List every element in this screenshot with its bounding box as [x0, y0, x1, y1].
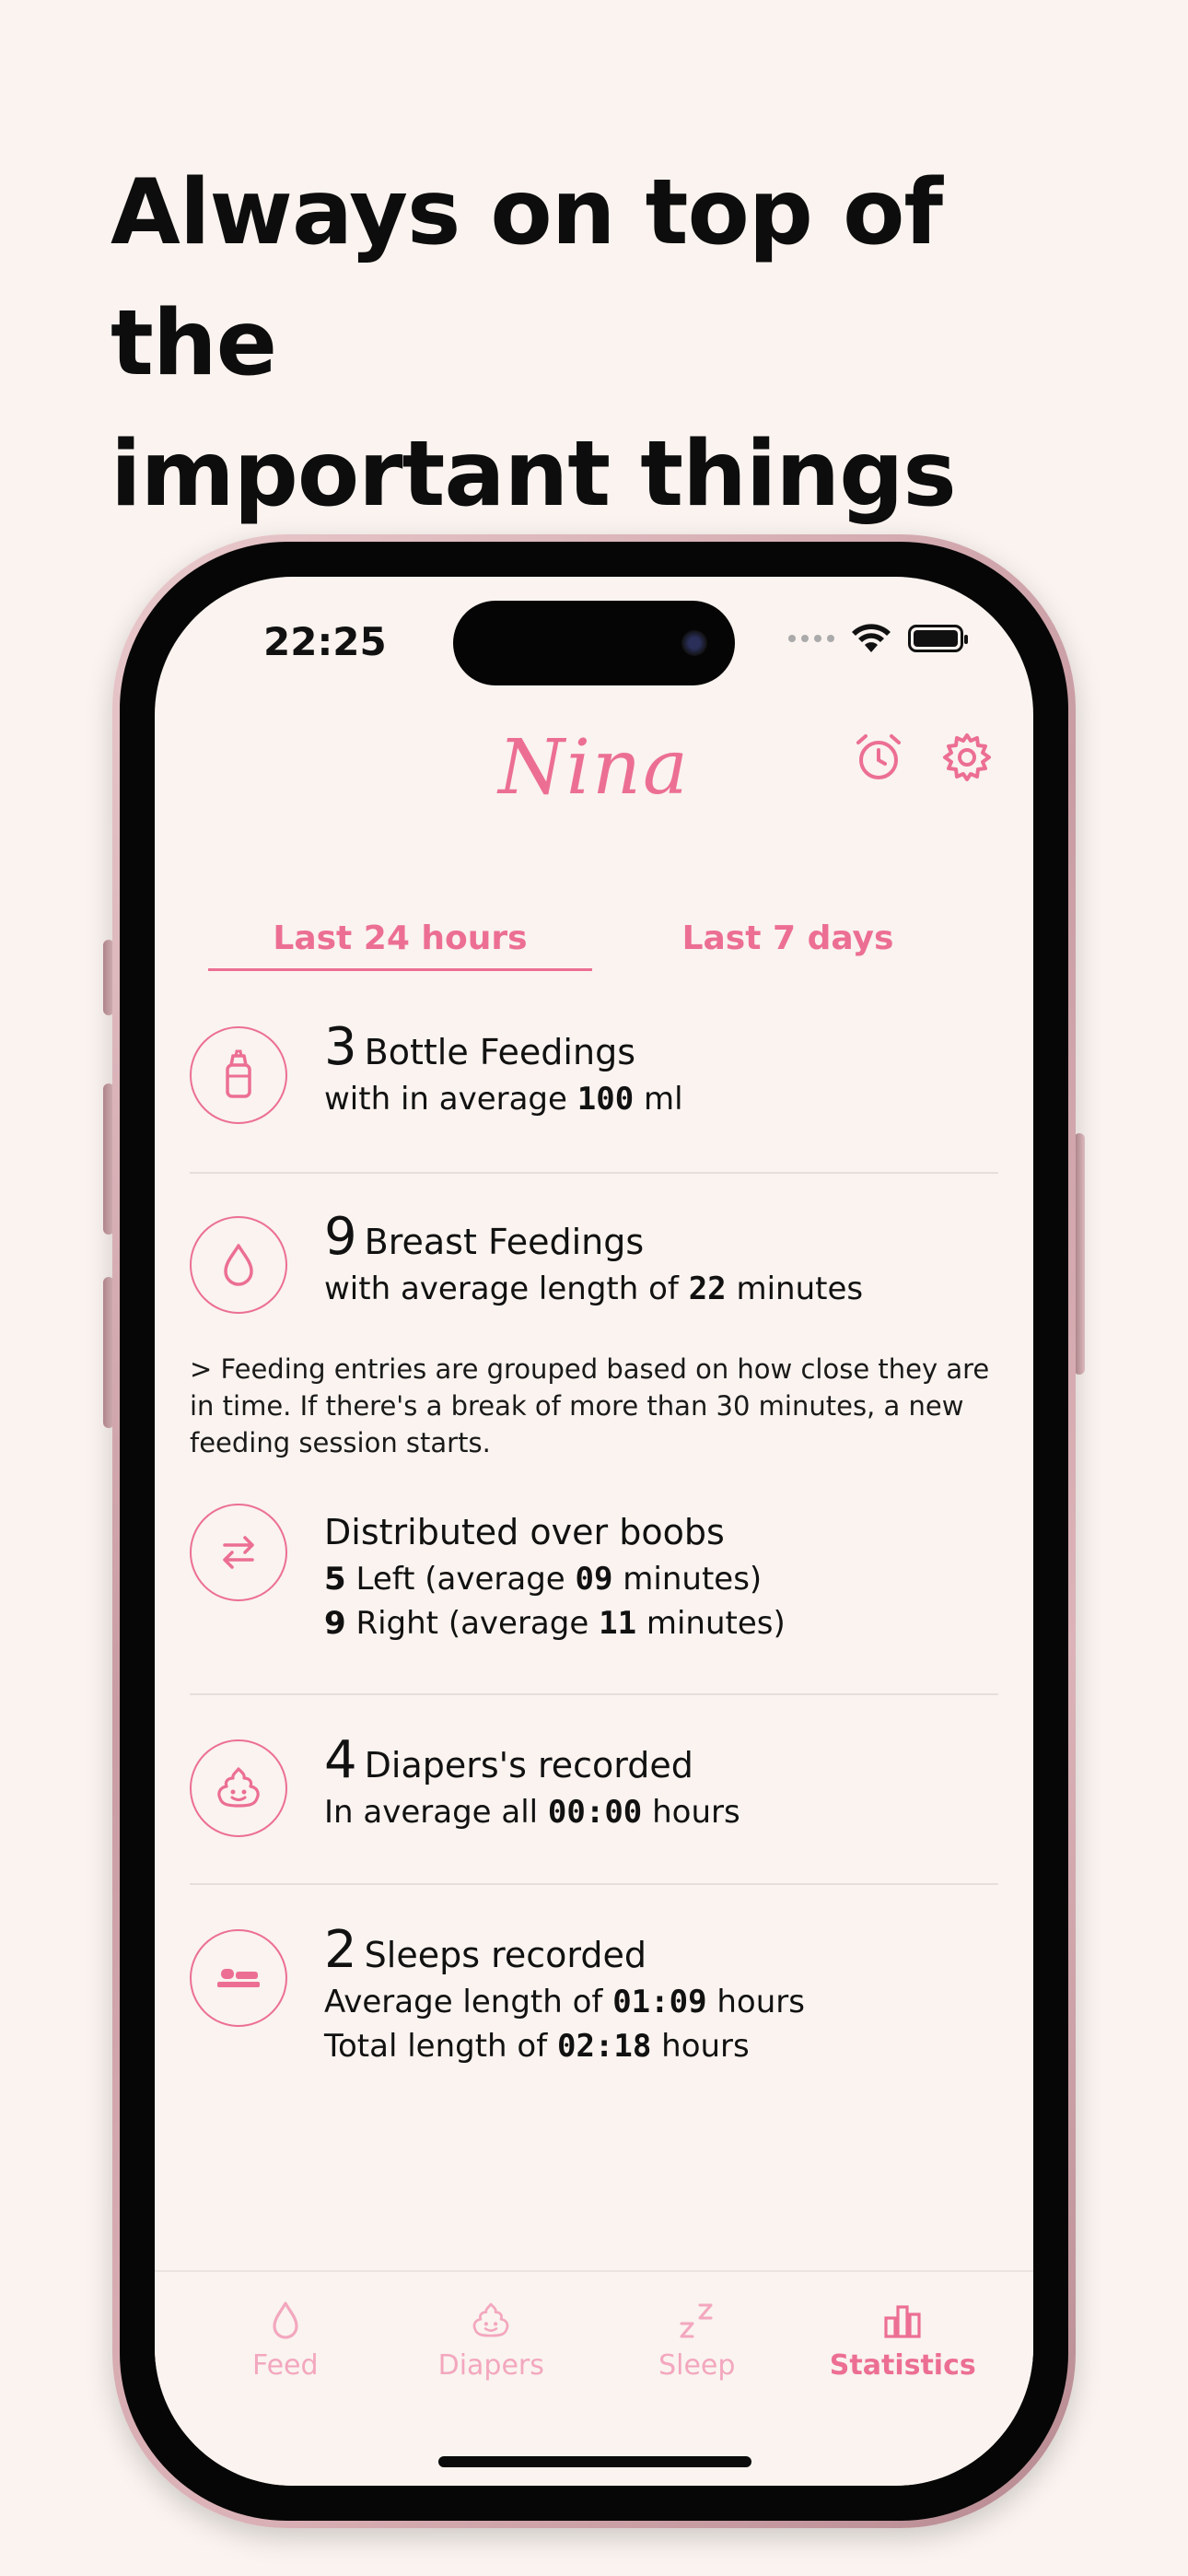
- bottle-feedings-text: 3 Bottle Feedings with in average 100 ml: [324, 1022, 683, 1121]
- right-label: Right (average: [345, 1605, 600, 1642]
- poop-icon: [472, 2302, 509, 2337]
- swap-icon-circle: [190, 1504, 287, 1601]
- period-tabs: Last 24 hours Last 7 days: [206, 910, 982, 971]
- breast-average-prefix: with average length of: [324, 1270, 689, 1307]
- divider: [190, 1693, 998, 1695]
- tabbar-item-feed[interactable]: Feed: [182, 2272, 389, 2486]
- diapers-average-unit: hours: [642, 1794, 740, 1831]
- marketing-headline: Always on top of the important things: [111, 147, 1124, 540]
- bar-chart-icon: [884, 2305, 921, 2338]
- phone-screen: 22:25 Nina Last 24 hours Last 7 days 3 B…: [155, 577, 1033, 2486]
- boobs-distribution-text: Distributed over boobs 5 Left (average 0…: [324, 1507, 786, 1645]
- sleeps-average-line: Average length of 01:09 hours: [324, 1980, 805, 2024]
- tabbar-label-statistics: Statistics: [829, 2349, 976, 2382]
- diapers-text: 4 Diapers's recorded In average all 00:00…: [324, 1735, 740, 1834]
- bottle-average-value: 100: [577, 1081, 635, 1118]
- diapers-average-prefix: In average all: [324, 1794, 548, 1831]
- bottom-tab-bar: Feed Diapers Sleep Statistics: [155, 2270, 1033, 2486]
- sleeps-count: 2: [324, 1920, 357, 1980]
- sleeps-title-label: Sleeps recorded: [364, 1935, 646, 1975]
- tab-last-7-days[interactable]: Last 7 days: [594, 910, 982, 971]
- bottle-average-unit: ml: [634, 1081, 683, 1118]
- status-time: 22:25: [263, 619, 387, 664]
- tabbar-label-feed: Feed: [251, 2349, 319, 2382]
- boobs-distribution-stat: Distributed over boobs 5 Left (average 0…: [190, 1504, 998, 1642]
- tabbar-item-statistics[interactable]: Statistics: [800, 2272, 1007, 2486]
- zzz-icon: [680, 2303, 713, 2338]
- bottle-icon-circle: [190, 1026, 287, 1124]
- feeding-grouping-note: > Feeding entries are grouped based on h…: [190, 1353, 990, 1458]
- right-average-value: 11: [599, 1605, 637, 1642]
- bottle-average-line: with in average 100 ml: [324, 1077, 683, 1121]
- left-boob-line: 5 Left (average 09 minutes): [324, 1557, 786, 1601]
- bottle-feedings-title: 3 Bottle Feedings: [324, 1022, 683, 1077]
- battery-icon: [908, 625, 968, 652]
- headline-line-1: Always on top of the: [111, 160, 943, 396]
- drop-icon: [224, 1244, 253, 1286]
- swap-arrows-icon: [223, 1536, 254, 1569]
- tabbar-item-diapers[interactable]: Diapers: [389, 2272, 595, 2486]
- sleep-icon-circle: [190, 1929, 287, 2027]
- divider: [190, 1883, 998, 1885]
- sleeps-total-value: 02:18: [556, 2028, 652, 2065]
- sleeps-average-unit: hours: [706, 1984, 805, 2020]
- left-suffix: minutes): [612, 1561, 763, 1598]
- right-suffix: minutes): [636, 1605, 786, 1642]
- status-icons: [788, 623, 968, 654]
- dynamic-island: [453, 601, 735, 685]
- headline-line-2: important things: [111, 422, 957, 527]
- left-average-value: 09: [575, 1561, 613, 1598]
- bottle-title-label: Bottle Feedings: [364, 1032, 635, 1072]
- sleeps-text: 2 Sleeps recorded Average length of 01:09…: [324, 1925, 805, 2068]
- bottle-count: 3: [324, 1017, 357, 1077]
- breast-average-line: with average length of 22 minutes: [324, 1267, 863, 1311]
- diapers-title: 4 Diapers's recorded: [324, 1735, 740, 1790]
- camera-icon: [681, 630, 707, 656]
- alarm-clock-icon[interactable]: [853, 732, 904, 783]
- baby-bottle-icon: [226, 1049, 251, 1098]
- sleeps-average-prefix: Average length of: [324, 1984, 613, 2020]
- breast-feedings-text: 9 Breast Feedings with average length of …: [324, 1212, 863, 1311]
- diapers-count: 4: [324, 1730, 357, 1790]
- diaper-icon-circle: [190, 1739, 287, 1837]
- home-indicator[interactable]: [438, 2456, 751, 2467]
- breast-average-value: 22: [688, 1270, 727, 1307]
- sleeps-stat: 2 Sleeps recorded Average length of 01:09…: [190, 1925, 998, 2068]
- divider: [190, 1172, 998, 1174]
- tabbar-label-sleep: Sleep: [658, 2349, 736, 2382]
- diapers-average-line: In average all 00:00 hours: [324, 1790, 740, 1834]
- breast-average-unit: minutes: [726, 1270, 864, 1307]
- breast-count: 9: [324, 1207, 357, 1267]
- sleeps-title: 2 Sleeps recorded: [324, 1925, 805, 1980]
- right-boob-line: 9 Right (average 11 minutes): [324, 1601, 786, 1645]
- left-count: 5: [324, 1561, 346, 1598]
- sleeps-total-prefix: Total length of: [324, 2028, 557, 2065]
- diapers-title-label: Diapers's recorded: [364, 1745, 693, 1786]
- breast-feedings-stat: 9 Breast Feedings with average length of …: [190, 1212, 998, 1317]
- bottle-feedings-stat: 3 Bottle Feedings with in average 100 ml: [190, 1022, 998, 1128]
- breast-icon-circle: [190, 1216, 287, 1314]
- signal-dots-icon: [788, 635, 834, 642]
- left-label: Left (average: [345, 1561, 576, 1598]
- bed-icon: [217, 1969, 260, 1987]
- breast-title-label: Breast Feedings: [364, 1222, 645, 1262]
- gear-icon[interactable]: [941, 732, 993, 783]
- boobs-distribution-title: Distributed over boobs: [324, 1512, 725, 1552]
- tabbar-item-sleep[interactable]: Sleep: [594, 2272, 800, 2486]
- tabbar-label-diapers: Diapers: [437, 2349, 544, 2382]
- wifi-icon: [852, 624, 891, 652]
- diapers-average-value: 00:00: [547, 1794, 643, 1831]
- poop-icon: [217, 1767, 260, 1808]
- diapers-stat: 4 Diapers's recorded In average all 00:00…: [190, 1735, 998, 1841]
- breast-feedings-title: 9 Breast Feedings: [324, 1212, 863, 1267]
- bottle-average-prefix: with in average: [324, 1081, 577, 1118]
- right-count: 9: [324, 1605, 346, 1642]
- sleeps-total-line: Total length of 02:18 hours: [324, 2024, 805, 2068]
- drop-icon: [273, 2301, 298, 2339]
- sleeps-average-value: 01:09: [612, 1984, 707, 2020]
- tab-last-24-hours[interactable]: Last 24 hours: [206, 910, 594, 971]
- sleeps-total-unit: hours: [651, 2028, 750, 2065]
